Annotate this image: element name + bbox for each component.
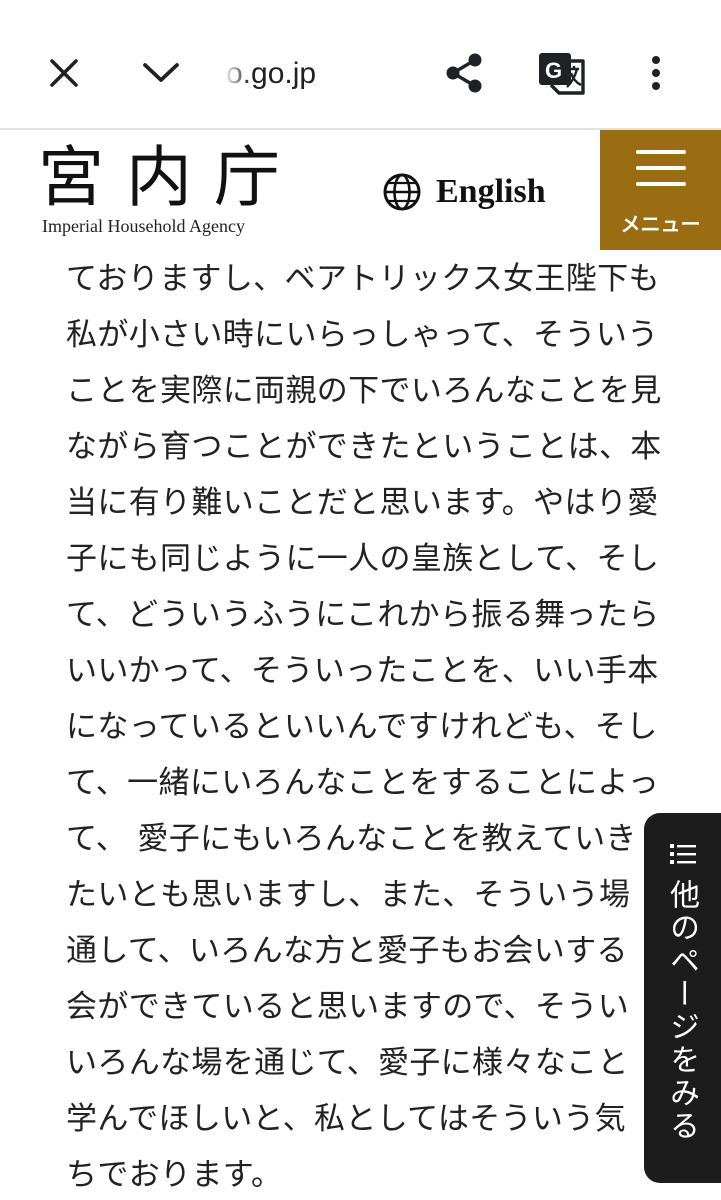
- text-line: ことを実際に両親の下でいろんなことを見: [66, 373, 662, 409]
- globe-icon: [383, 173, 421, 211]
- text-line: 当に有り難いことだと思います。やはり愛: [66, 485, 659, 521]
- other-pages-label: 他のページをみる: [664, 879, 699, 1143]
- text-line: ちでおります。: [66, 1157, 283, 1193]
- other-pages-tab[interactable]: 他のページをみる: [644, 813, 721, 1183]
- url-fade: [224, 50, 250, 100]
- text-line: て、どういうふうにこれから振る舞ったら: [66, 597, 660, 633]
- logo-kanji: 宮内庁: [38, 139, 302, 216]
- text-line: ておりますし、ベアトリックス女王陛下も: [66, 261, 660, 297]
- list-icon: [670, 844, 696, 864]
- minimize-button[interactable]: [125, 37, 197, 109]
- text-line: いいかって、そういったことを、いい手本: [66, 653, 659, 689]
- logo-english: Imperial Household Agency: [42, 216, 245, 236]
- english-language-link[interactable]: English: [382, 168, 546, 216]
- close-icon: [50, 59, 78, 87]
- url-display[interactable]: o.go.jp: [226, 52, 416, 96]
- hamburger-menu-icon: [636, 150, 686, 186]
- more-vertical-icon: [652, 56, 660, 90]
- article-body: ておりますし、ベアトリックス女王陛下も 私が小さい時にいらっしゃって、そういう …: [0, 250, 721, 1200]
- text-line: て、 愛子にもいろんなことを教えていき: [66, 821, 637, 857]
- menu-button[interactable]: メニュー: [600, 130, 721, 250]
- close-button[interactable]: [28, 37, 100, 109]
- share-button[interactable]: [428, 37, 500, 109]
- chevron-down-icon: [143, 63, 179, 82]
- browser-toolbar: o.go.jp G: [0, 0, 721, 130]
- text-line: ながら育つことができたということは、本: [66, 429, 662, 465]
- text-line: いろんな場を通じて、愛子に様々なこと: [66, 1045, 629, 1081]
- text-line: て、一緒にいろんなことをすることによっ: [66, 765, 660, 801]
- text-line: 私が小さい時にいらっしゃって、そういう: [66, 317, 659, 353]
- text-line: 会ができていると思いますので、そうい: [66, 989, 630, 1025]
- text-line: 通して、いろんな方と愛子もお会いする: [66, 933, 628, 969]
- svg-text:G: G: [545, 58, 562, 83]
- text-line: 子にも同じように一人の皇族として、そし: [66, 541, 660, 577]
- more-options-button[interactable]: [620, 37, 692, 109]
- google-translate-icon: G: [539, 53, 585, 95]
- share-icon: [446, 53, 482, 93]
- translate-button[interactable]: G: [525, 37, 597, 109]
- menu-label: メニュー: [620, 212, 701, 236]
- app-screen: o.go.jp G 宮内庁 Imperial Household Agency …: [0, 0, 721, 1200]
- text-line: 学んでほしいと、私としてはそういう気: [66, 1101, 626, 1137]
- text-line: たいとも思いますし、また、そういう場: [66, 877, 631, 913]
- site-header: 宮内庁 Imperial Household Agency English メニ…: [0, 130, 721, 250]
- text-line: になっているといいんですけれども、そし: [66, 709, 658, 745]
- language-label: English: [436, 173, 546, 210]
